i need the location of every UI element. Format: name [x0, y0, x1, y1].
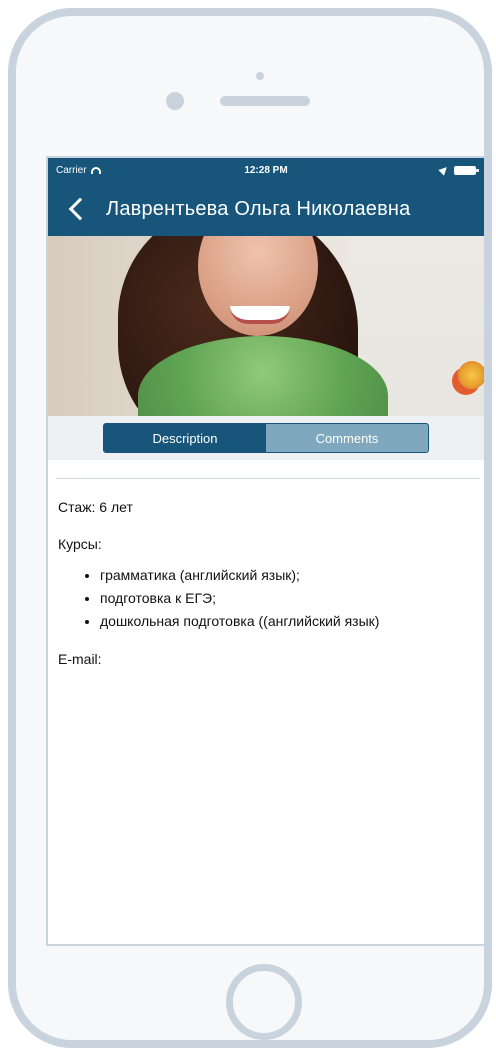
tab-description[interactable]: Description: [104, 424, 266, 452]
courses-list: грамматика (английский язык); подготовка…: [58, 566, 478, 631]
email-label: E-mail:: [58, 651, 102, 668]
description-content: Стаж: 6 лет Курсы: грамматика (английски…: [58, 498, 478, 687]
segmented-control: Description Comments: [103, 423, 429, 453]
wifi-icon: [90, 166, 101, 174]
page-title: Лаврентьева Ольга Николаевна: [106, 197, 411, 220]
course-item: дошкольная подготовка ((английский язык): [100, 612, 478, 631]
tab-comments[interactable]: Comments: [266, 424, 428, 452]
tab-bar: Description Comments: [48, 416, 484, 460]
home-button[interactable]: [226, 964, 302, 1040]
experience-text: Стаж: 6 лет: [58, 499, 133, 515]
carrier-label: Carrier: [56, 164, 87, 176]
phone-frame: Carrier 12:28 PM Лаврентьева Ольга Никол…: [8, 8, 492, 1048]
status-bar: Carrier 12:28 PM: [48, 158, 484, 182]
course-item: грамматика (английский язык);: [100, 566, 478, 585]
phone-speaker: [220, 96, 310, 106]
phone-camera: [166, 92, 184, 110]
battery-icon: [454, 165, 479, 175]
navigation-bar: Лаврентьева Ольга Николаевна: [48, 182, 484, 236]
status-carrier: Carrier: [56, 165, 136, 176]
photo-smile: [230, 306, 290, 324]
location-icon: [438, 164, 450, 176]
content-divider: [56, 478, 480, 479]
teacher-photo: [48, 236, 484, 416]
chevron-left-icon[interactable]: [68, 197, 92, 221]
status-indicators: [396, 164, 479, 176]
phone-sensor: [256, 72, 264, 80]
status-time: 12:28 PM: [244, 164, 288, 176]
photo-flower: [458, 361, 484, 389]
courses-label: Курсы:: [58, 535, 102, 552]
course-item: подготовка к ЕГЭ;: [100, 589, 478, 608]
app-screen: Carrier 12:28 PM Лаврентьева Ольга Никол…: [46, 156, 486, 946]
